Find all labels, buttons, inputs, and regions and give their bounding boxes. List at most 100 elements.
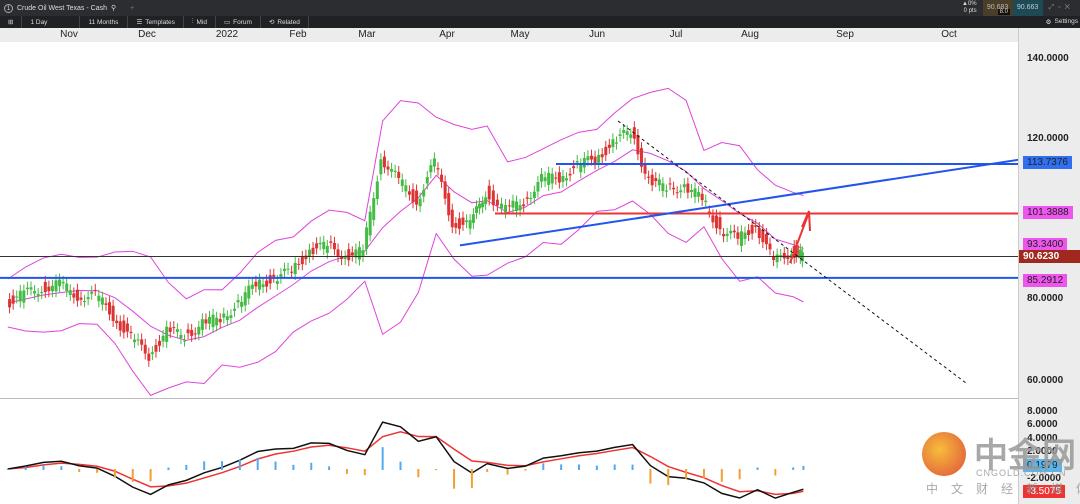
resistance-mid-tag: 101.3888 (1023, 206, 1073, 219)
macd-histogram-bar (486, 469, 489, 472)
candle-body (275, 281, 279, 284)
candle-body (257, 279, 261, 290)
watermark-slogan: 中文财经新媒体 (926, 482, 1080, 496)
candle-body (686, 183, 690, 193)
macd-histogram-bar (578, 464, 580, 470)
mid-label: Mid (196, 18, 208, 26)
candle-body (179, 334, 183, 339)
candle-body (554, 177, 558, 179)
interval-select[interactable]: 1 Day (22, 16, 81, 28)
candle-body (72, 293, 76, 298)
macd-histogram-bar (185, 464, 188, 470)
macd-histogram-bar (738, 469, 741, 480)
candle-body (557, 172, 561, 183)
candle-body (350, 252, 354, 256)
ask-price[interactable]: 90.663 (1012, 0, 1043, 16)
candle-body (607, 144, 611, 148)
candle-body (597, 154, 601, 163)
candle-body (311, 247, 315, 255)
candle-body (211, 314, 215, 328)
candle-body (122, 320, 126, 333)
macd-histogram-bar (542, 463, 545, 470)
candle-body (111, 305, 115, 321)
candle-body (411, 189, 415, 203)
candle-body (11, 295, 15, 304)
candle-body (704, 200, 708, 203)
candle-body (236, 300, 240, 303)
macd-histogram-bar (667, 469, 670, 486)
candle-body (418, 198, 422, 207)
candle-body (25, 287, 29, 290)
candle-body (143, 344, 147, 354)
candle-body (779, 255, 783, 257)
candle-body (97, 295, 101, 302)
candle-body (654, 178, 658, 182)
macd-histogram-bar (381, 447, 384, 470)
candle-body (204, 319, 208, 324)
candle-body (318, 242, 322, 245)
instrument-tab[interactable]: Crude Oil West Texas - Cash (17, 5, 107, 12)
price-chart[interactable] (0, 42, 1018, 398)
gear-icon: ⚙ (1045, 19, 1052, 26)
candle-body (657, 179, 661, 186)
candle-body (454, 223, 458, 228)
macd-pane[interactable] (0, 398, 1018, 504)
candle-body (400, 179, 404, 187)
candle-body (643, 163, 647, 174)
candle-body (600, 154, 604, 158)
macd-histogram-bar (345, 469, 348, 474)
candle-body (290, 271, 294, 273)
candle-body (522, 204, 526, 207)
candle-body (743, 232, 747, 239)
candle-body (79, 297, 83, 300)
candle-body (682, 184, 686, 188)
candle-body (450, 209, 454, 228)
candle-body (33, 291, 37, 294)
bollinger-lower (7, 200, 804, 397)
candle-body (675, 192, 679, 194)
candle-body (436, 168, 440, 170)
search-icon[interactable]: ⚲ (111, 4, 116, 12)
window-controls[interactable]: ⤢▫✕ (1049, 4, 1074, 12)
macd-histogram-bar (649, 469, 652, 484)
macd-histogram-bar (631, 464, 634, 470)
spread: 8.0 (997, 9, 1010, 15)
candle-body (561, 175, 565, 182)
candle-body (499, 203, 503, 209)
candle-body (750, 224, 754, 234)
related-button[interactable]: ⟲ Related (261, 16, 309, 28)
month-label: Apr (439, 29, 455, 40)
cngold-logo-icon (922, 432, 966, 476)
mid-button[interactable]: ⫶ Mid (184, 16, 217, 28)
candle-body (357, 247, 361, 260)
settings-button[interactable]: ⚙ Settings (1046, 18, 1078, 26)
candle-body (332, 242, 336, 250)
candle-body (718, 217, 722, 230)
candle-body (125, 323, 129, 332)
macd-histogram-bar (24, 466, 27, 470)
candle-body (707, 211, 711, 213)
layout-icon[interactable]: ⊞ (0, 16, 23, 28)
candle-body (732, 230, 736, 233)
candle-body (461, 217, 465, 225)
range-select[interactable]: 11 Months (80, 16, 129, 28)
candle-body (722, 233, 726, 237)
forum-button[interactable]: ▭ Forum (216, 16, 261, 28)
add-tab-button[interactable]: + (130, 5, 134, 12)
candle-body (118, 321, 122, 331)
candle-body (572, 166, 576, 169)
candle-body (15, 296, 19, 298)
candle-body (161, 335, 165, 342)
candle-body (397, 171, 401, 179)
candle-body (429, 165, 433, 173)
templates-button[interactable]: ☰ Templates (128, 16, 184, 28)
candle-body (495, 199, 499, 206)
candle-body (550, 173, 554, 184)
templates-label: Templates (145, 18, 175, 26)
candle-body (197, 326, 201, 335)
candle-body (50, 285, 54, 292)
candle-body (736, 232, 740, 239)
candle-body (293, 262, 297, 275)
candle-body (100, 297, 104, 305)
change-pct: ▲0% (961, 1, 977, 7)
